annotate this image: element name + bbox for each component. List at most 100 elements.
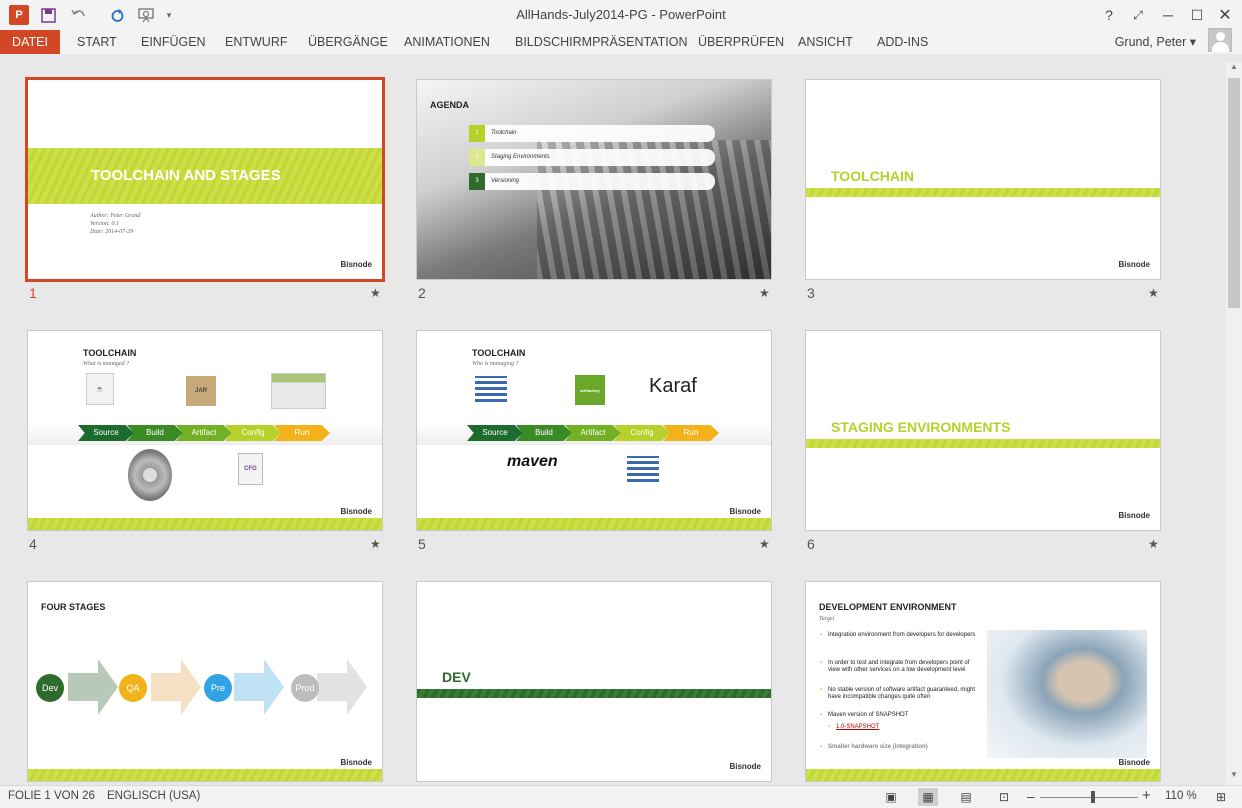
bullet-item: In order to test and integrate from deve… <box>820 660 978 674</box>
transition-star-icon: ★ <box>370 286 381 300</box>
window-title: AllHands-July2014-PG - PowerPoint <box>516 7 726 22</box>
zoom-level[interactable]: 110 % <box>1165 790 1197 802</box>
close-button[interactable]: ✕ <box>1212 4 1238 26</box>
slide-thumbnail-9[interactable]: DEVELOPMENT ENVIRONMENT Target Integrati… <box>805 581 1161 782</box>
transition-star-icon: ★ <box>759 537 770 551</box>
slide-title: TOOLCHAIN <box>83 348 137 358</box>
transition-star-icon: ★ <box>759 286 770 300</box>
slide-title: TOOLCHAIN <box>472 348 526 358</box>
tab-bildschirmpraesentation[interactable]: BILDSCHIRMPRÄSENTATION <box>507 30 695 54</box>
powerpoint-logo-icon: P <box>9 5 29 25</box>
server-logo-icon <box>627 456 659 482</box>
stage-dev: Dev <box>36 674 64 702</box>
scrollbar-thumb[interactable] <box>1228 78 1240 308</box>
slide-number-3: 3 <box>807 285 815 301</box>
tab-animationen[interactable]: ANIMATIONEN <box>396 30 498 54</box>
slide-thumbnail-2[interactable]: AGENDA 1 Toolchain 2 Staging Environment… <box>416 79 772 280</box>
slide-thumbnail-8[interactable]: DEV Bisnode <box>416 581 772 782</box>
start-slideshow-icon[interactable] <box>136 6 156 24</box>
avatar[interactable] <box>1208 28 1232 52</box>
slide-thumbnail-4[interactable]: TOOLCHAIN What is managed ? ☕ JAR Source… <box>27 330 383 531</box>
slideshow-view-icon[interactable]: ⊡ <box>994 788 1014 806</box>
zoom-out-button[interactable]: – <box>1027 788 1035 804</box>
minimize-button[interactable]: ─ <box>1155 4 1181 26</box>
web-page-icon <box>271 373 326 409</box>
bisnode-logo: Bisnode <box>340 507 372 516</box>
step-artifact: Artifact <box>176 425 232 441</box>
slide-title: TOOLCHAIN <box>831 168 914 184</box>
reading-view-icon[interactable]: ▤ <box>956 788 976 806</box>
undo-icon[interactable] <box>66 6 94 24</box>
slide-number-6: 6 <box>807 536 815 552</box>
save-icon[interactable] <box>38 6 58 24</box>
slide-sorter: TOOLCHAIN AND STAGES Author: Peter Grund… <box>0 54 1226 785</box>
slide-sorter-view-icon[interactable]: ▦ <box>918 788 938 806</box>
jar-file-icon: JAR <box>186 376 216 406</box>
step-source: Source <box>78 425 134 441</box>
title-underline <box>806 439 1160 448</box>
slide-meta-date: Date: 2014-07-29 <box>90 229 134 235</box>
help-button[interactable]: ? <box>1096 4 1122 26</box>
agenda-item-3: 3 Versioning <box>469 173 715 190</box>
people-photo <box>987 630 1147 758</box>
karaf-logo: Karaf <box>649 375 697 397</box>
customize-toolbar-icon[interactable]: ▾ <box>162 6 176 24</box>
tab-start[interactable]: START <box>69 30 125 54</box>
slide-thumbnail-1[interactable]: TOOLCHAIN AND STAGES Author: Peter Grund… <box>25 77 385 282</box>
step-artifact: Artifact <box>565 425 621 441</box>
ribbon-tabs: DATEI START EINFÜGEN ENTWURF ÜBERGÄNGE A… <box>0 30 1242 54</box>
slide-title: DEV <box>442 669 471 685</box>
fit-to-window-icon[interactable]: ⊞ <box>1211 788 1231 806</box>
slide-number-1: 1 <box>29 285 37 301</box>
zoom-slider-handle[interactable] <box>1091 791 1095 803</box>
bisnode-logo: Bisnode <box>729 507 761 516</box>
redo-icon[interactable] <box>108 6 126 24</box>
slide-subtitle: What is managed ? <box>83 361 130 367</box>
zoom-in-button[interactable]: + <box>1142 787 1151 804</box>
java-file-icon: ☕ <box>86 373 114 405</box>
bullet-item: No stable version of software artifact g… <box>820 687 978 701</box>
slide-subtitle: Target <box>819 616 835 622</box>
bullet-item: Smaller hardware size (integration) <box>820 744 978 751</box>
step-build: Build <box>127 425 183 441</box>
tab-ueberpruefen[interactable]: ÜBERPRÜFEN <box>690 30 792 54</box>
agenda-item-2: 2 Staging Environments <box>469 149 715 166</box>
tab-ansicht[interactable]: ANSICHT <box>790 30 861 54</box>
slide-thumbnail-7[interactable]: FOUR STAGES Dev QA Pre Prod Bisnode <box>27 581 383 782</box>
tab-datei[interactable]: DATEI <box>0 30 60 54</box>
slide-thumbnail-5[interactable]: TOOLCHAIN Who is managing ? artifactory … <box>416 330 772 531</box>
slide-title: TOOLCHAIN AND STAGES <box>91 167 281 184</box>
scroll-up-icon[interactable]: ▲ <box>1226 62 1242 76</box>
scroll-down-icon[interactable]: ▼ <box>1226 770 1242 784</box>
slide-number-4: 4 <box>29 536 37 552</box>
bisnode-logo: Bisnode <box>729 762 761 771</box>
slide-meta-author: Author: Peter Grund <box>90 213 141 219</box>
tab-entwurf[interactable]: ENTWURF <box>217 30 296 54</box>
language-indicator[interactable]: ENGLISCH (USA) <box>107 790 200 802</box>
config-file-icon: CFG <box>238 453 263 485</box>
slide-title: DEVELOPMENT ENVIRONMENT <box>819 602 957 612</box>
slide-thumbnail-3[interactable]: TOOLCHAIN Bisnode <box>805 79 1161 280</box>
stage-prod: Prod <box>291 674 319 702</box>
slide-number-2: 2 <box>418 285 426 301</box>
user-name[interactable]: Grund, Peter ▾ <box>1115 34 1196 49</box>
bisnode-logo: Bisnode <box>1118 511 1150 520</box>
bullet-item: Integration environment from developers … <box>820 632 978 639</box>
bisnode-logo: Bisnode <box>1118 260 1150 269</box>
step-source: Source <box>467 425 523 441</box>
slide-number-5: 5 <box>418 536 426 552</box>
restore-button[interactable]: ☐ <box>1184 4 1210 26</box>
ribbon-display-options-icon[interactable]: ⤢ <box>1125 4 1151 26</box>
bullet-item: Maven version of SNAPSHOT <box>820 712 978 719</box>
tab-einfuegen[interactable]: EINFÜGEN <box>133 30 214 54</box>
stage-pre: Pre <box>204 674 232 702</box>
normal-view-icon[interactable]: ▣ <box>881 788 901 806</box>
vertical-scrollbar[interactable]: ▲ ▼ <box>1226 62 1242 785</box>
agenda-item-1: 1 Toolchain <box>469 125 715 142</box>
tab-add-ins[interactable]: ADD-INS <box>869 30 936 54</box>
zoom-slider[interactable] <box>1040 797 1138 798</box>
tab-uebergaenge[interactable]: ÜBERGÄNGE <box>300 30 396 54</box>
step-run: Run <box>663 425 719 441</box>
slide-thumbnail-6[interactable]: STAGING ENVIRONMENTS Bisnode <box>805 330 1161 531</box>
bisnode-logo: Bisnode <box>340 758 372 767</box>
